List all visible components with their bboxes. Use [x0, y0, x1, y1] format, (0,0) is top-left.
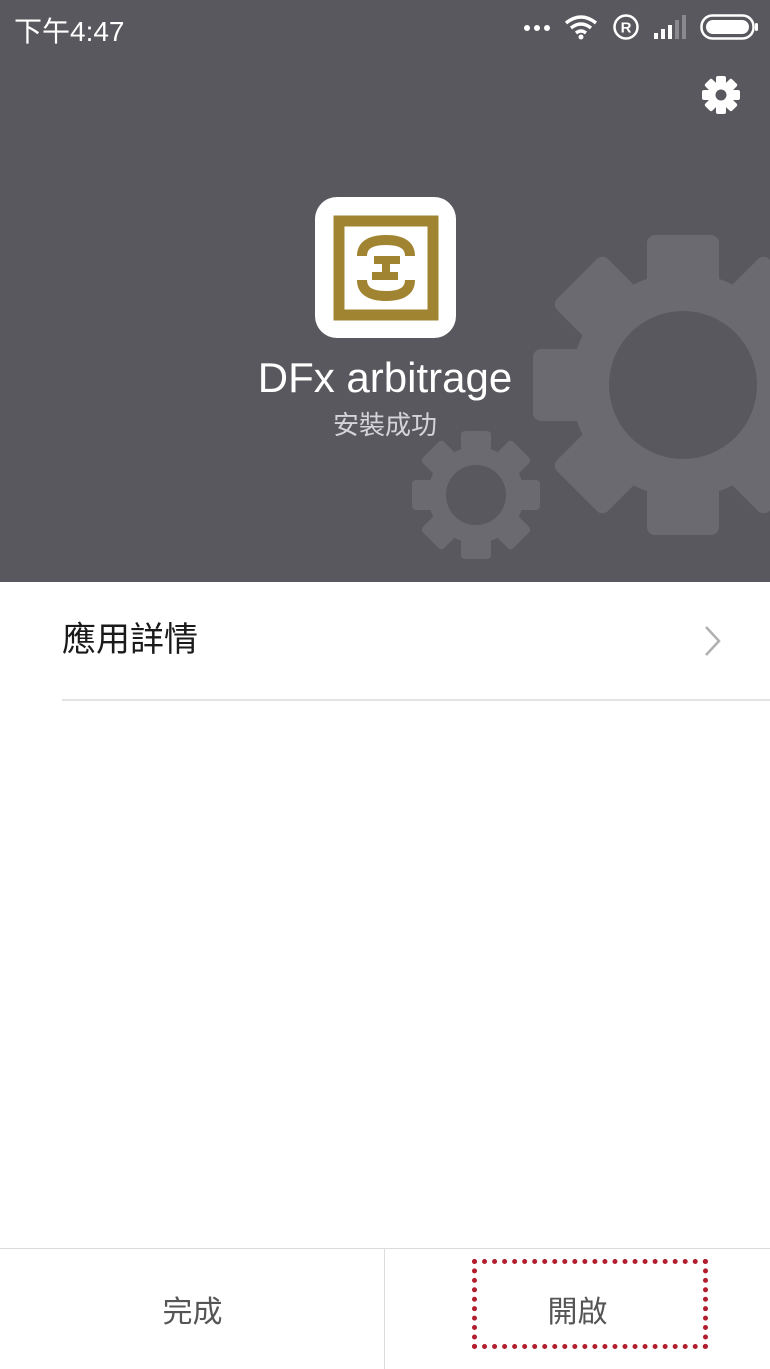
open-button[interactable]: 開啟 [385, 1249, 770, 1369]
divider [62, 699, 770, 701]
wifi-icon [564, 15, 598, 40]
svg-text:R: R [621, 20, 632, 37]
app-details-row[interactable]: 應用詳情 [0, 582, 770, 700]
signal-icon [654, 15, 686, 39]
chevron-right-icon [705, 626, 721, 656]
status-bar: 下午4:47 R [0, 0, 770, 54]
install-status: 安裝成功 [332, 411, 437, 441]
install-header: 下午4:47 R DFx arbitrage 安裝成功 [0, 0, 770, 582]
bottom-action-bar: 完成 開啟 [0, 1248, 770, 1369]
dfx-logo-icon [333, 215, 438, 320]
registered-icon: R [613, 14, 639, 40]
app-name: DFx arbitrage [257, 354, 513, 401]
app-icon [315, 197, 456, 338]
app-details-label: 應用詳情 [62, 620, 198, 660]
status-time: 下午4:47 [14, 16, 125, 47]
done-button[interactable]: 完成 [0, 1249, 385, 1369]
gear-icon [702, 76, 740, 114]
battery-icon [700, 14, 758, 40]
status-icons: R [524, 10, 758, 44]
settings-button[interactable] [698, 72, 744, 118]
button-separator [384, 1249, 385, 1369]
more-dots-icon [524, 25, 550, 31]
